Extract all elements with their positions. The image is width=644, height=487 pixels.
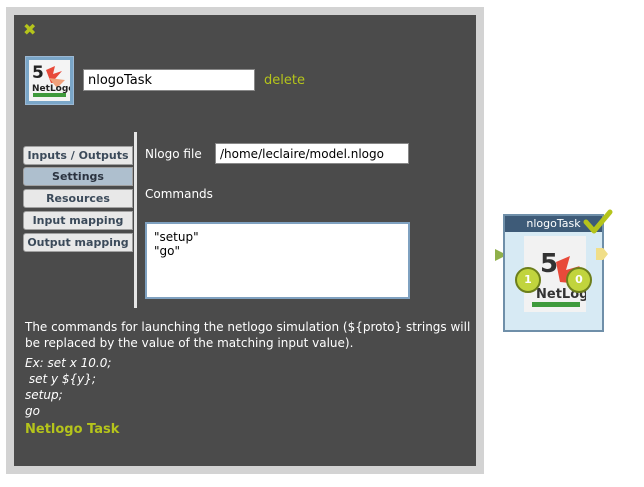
- output-port-icon[interactable]: [596, 248, 608, 260]
- svg-text:NetLogo: NetLogo: [32, 84, 70, 94]
- tab-inputs-outputs[interactable]: Inputs / Outputs: [23, 146, 133, 165]
- task-name-input[interactable]: [83, 69, 255, 91]
- help-title: Netlogo Task: [25, 422, 120, 437]
- example-line: set y ${y};: [25, 372, 96, 386]
- delete-link[interactable]: delete: [264, 73, 305, 88]
- example-line: Ex: set x 10.0;: [25, 356, 112, 370]
- example-line: setup;: [25, 388, 63, 402]
- svg-text:5: 5: [540, 249, 558, 279]
- close-icon[interactable]: ✖: [23, 22, 39, 38]
- tab-input-mapping[interactable]: Input mapping: [23, 211, 133, 230]
- commands-label: Commands: [145, 187, 213, 201]
- nlogo-file-label: Nlogo file: [145, 147, 202, 161]
- nlogo-file-input[interactable]: [215, 143, 409, 164]
- checkmark-icon: [583, 209, 613, 234]
- tab-settings[interactable]: Settings: [23, 167, 133, 186]
- commands-textarea[interactable]: "setup" "go": [145, 222, 410, 299]
- svg-text:5: 5: [32, 63, 44, 83]
- output-slot-count[interactable]: 0: [566, 267, 592, 293]
- help-example: Ex: set x 10.0; set y ${y}; setup; go: [25, 355, 111, 419]
- tab-output-mapping[interactable]: Output mapping: [23, 233, 133, 252]
- help-description: The commands for launching the netlogo s…: [25, 320, 471, 350]
- netlogo-task-icon: 5 NetLogo: [25, 56, 74, 105]
- input-slot-count[interactable]: 1: [515, 267, 541, 293]
- netlogo-logo-icon: 5 NetLogo: [32, 63, 74, 97]
- example-line: go: [25, 404, 40, 418]
- tab-divider: [134, 132, 137, 308]
- tab-resources[interactable]: Resources: [23, 189, 133, 208]
